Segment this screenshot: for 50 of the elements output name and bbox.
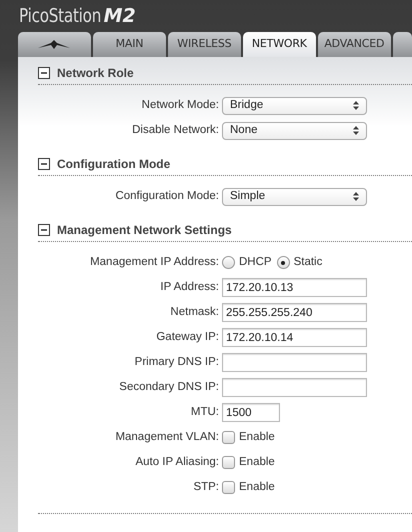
tab[interactable]: ADVANCED	[318, 32, 391, 57]
product-name: PicoStation	[19, 4, 102, 29]
option-label: Static	[294, 254, 322, 270]
section-title: Management Network Settings	[57, 222, 232, 238]
collapse-icon[interactable]	[38, 66, 50, 78]
field-label: Gateway IP:	[155, 330, 220, 345]
field-label: STP:	[192, 480, 220, 495]
checkbox[interactable]	[222, 456, 235, 469]
field-label: Disable Network:	[131, 122, 220, 138]
input-field[interactable]: 255.255.255.240	[222, 303, 367, 322]
tab[interactable]	[392, 32, 412, 57]
dropdown[interactable]: Bridge	[222, 96, 367, 114]
field-label: Configuration Mode:	[114, 188, 220, 204]
radio-button[interactable]	[222, 256, 235, 269]
field-label: Auto IP Aliasing:	[134, 454, 220, 470]
checkbox[interactable]	[222, 431, 235, 444]
field-label: Management VLAN:	[114, 430, 220, 445]
section-title: Configuration Mode	[57, 156, 170, 172]
checkbox[interactable]	[222, 481, 235, 494]
field-label: IP Address:	[159, 280, 220, 295]
section-title: Network Role	[57, 64, 134, 82]
option-label: Enable	[239, 480, 275, 495]
input-field[interactable]	[222, 378, 367, 397]
model-name: M2	[104, 4, 136, 29]
collapse-icon[interactable]	[38, 158, 50, 170]
option-label: Enable	[239, 430, 275, 445]
field-label: Netmask:	[169, 304, 220, 320]
input-field[interactable]	[222, 353, 367, 372]
radio-button[interactable]	[276, 256, 290, 269]
tab[interactable]: MAIN	[92, 32, 166, 57]
field-label: Secondary DNS IP:	[118, 380, 220, 395]
updown-arrows-icon	[353, 192, 359, 201]
input-field[interactable]: 172.20.10.14	[222, 328, 367, 347]
dropdown[interactable]: None	[222, 122, 367, 140]
field-label: Network Mode:	[140, 98, 220, 113]
tab[interactable]	[18, 32, 91, 57]
input-field[interactable]: 1500	[222, 403, 280, 422]
collapse-icon[interactable]	[38, 224, 50, 236]
dropdown[interactable]: Simple	[222, 188, 367, 206]
antenna-logo-icon	[37, 40, 72, 50]
field-label: Management IP Address:	[89, 254, 220, 270]
tab[interactable]: NETWORK	[242, 32, 316, 57]
option-label: DHCP	[239, 254, 272, 270]
updown-arrows-icon	[353, 126, 359, 135]
updown-arrows-icon	[353, 101, 359, 110]
option-label: Enable	[239, 454, 275, 470]
field-label: MTU:	[190, 404, 220, 420]
tab[interactable]: WIRELESS	[168, 32, 241, 57]
input-field[interactable]: 172.20.10.13	[222, 278, 367, 297]
field-label: Primary DNS IP:	[134, 354, 220, 370]
